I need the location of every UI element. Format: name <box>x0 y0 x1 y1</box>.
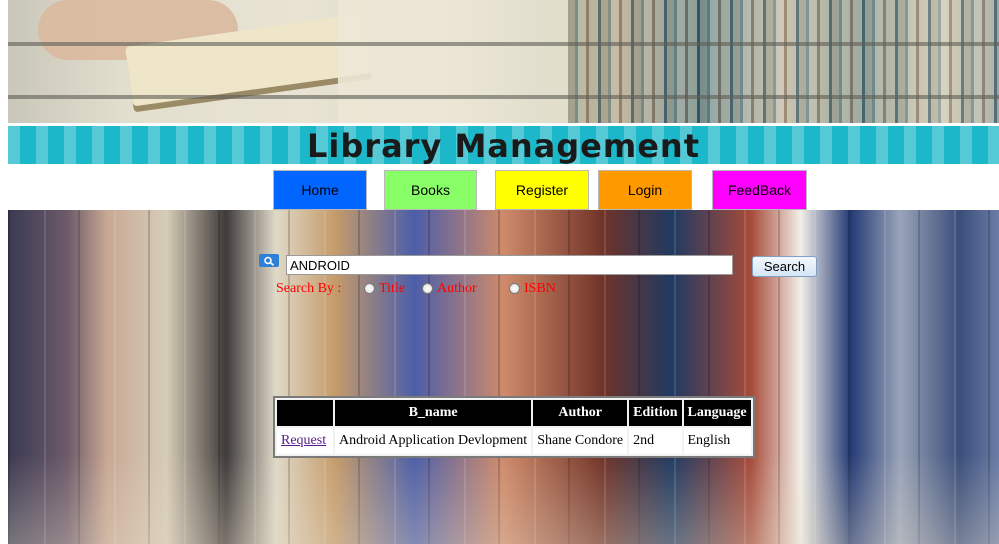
column-header-action <box>277 400 333 426</box>
column-header-edition: Edition <box>629 400 682 426</box>
column-header-author: Author <box>533 400 628 426</box>
radio-title-label: Title <box>379 281 405 296</box>
nav-login-button[interactable]: Login <box>598 170 692 210</box>
results-table: B_name Author Edition Language Request A… <box>273 396 755 458</box>
search-button[interactable]: Search <box>752 256 817 277</box>
column-header-language: Language <box>683 400 751 426</box>
nav-home-button[interactable]: Home <box>273 170 367 210</box>
nav-books-button[interactable]: Books <box>384 170 477 210</box>
radio-isbn[interactable] <box>509 283 520 294</box>
cell-edition: 2nd <box>629 428 682 454</box>
search-by-label: Search By : <box>276 281 342 296</box>
header-banner-image <box>8 0 999 123</box>
site-title: Library Management <box>307 127 700 164</box>
radio-isbn-label: ISBN <box>524 281 556 296</box>
request-link[interactable]: Request <box>281 433 326 448</box>
cell-language: English <box>683 428 751 454</box>
search-icon[interactable] <box>259 254 279 267</box>
nav-register-button[interactable]: Register <box>495 170 589 210</box>
search-input[interactable] <box>286 255 733 275</box>
site-title-bar: Library Management <box>8 126 999 164</box>
radio-title[interactable] <box>364 283 375 294</box>
table-header-row: B_name Author Edition Language <box>277 400 751 426</box>
table-row: Request Android Application Devlopment S… <box>277 428 751 454</box>
cell-author: Shane Condore <box>533 428 628 454</box>
cell-bname: Android Application Devlopment <box>335 428 532 454</box>
radio-author[interactable] <box>422 283 433 294</box>
cell-action: Request <box>277 428 333 454</box>
radio-author-label: Author <box>437 281 477 296</box>
main-nav: Home Books Register Login FeedBack <box>0 170 999 210</box>
nav-feedback-button[interactable]: FeedBack <box>712 170 807 210</box>
column-header-bname: B_name <box>335 400 532 426</box>
